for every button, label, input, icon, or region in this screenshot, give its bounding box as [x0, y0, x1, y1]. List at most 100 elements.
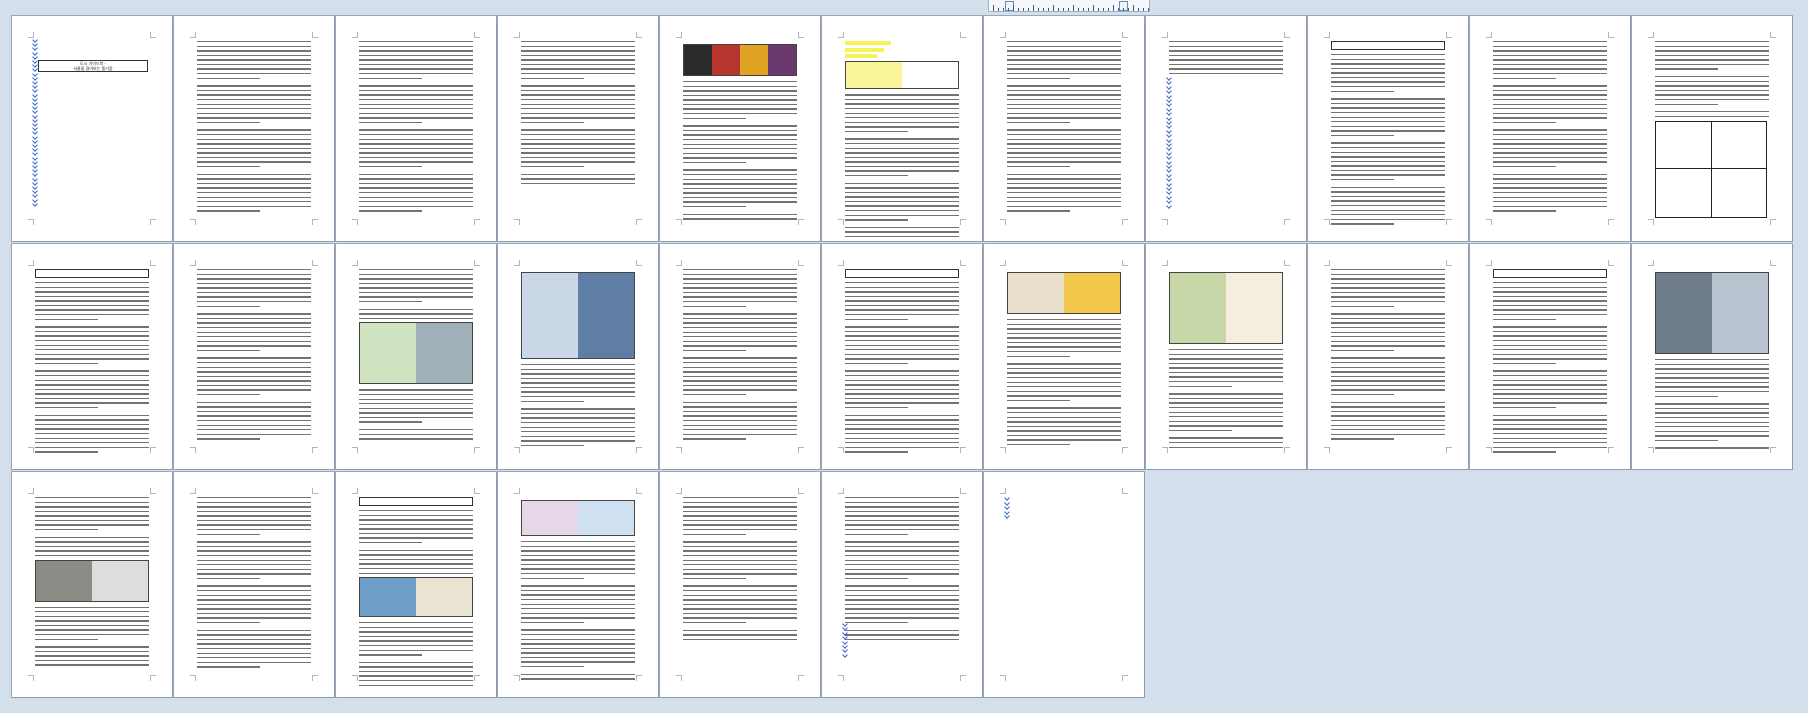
text-line — [1007, 399, 1070, 402]
text-line — [1331, 151, 1445, 153]
text-line — [1655, 76, 1769, 78]
document-page[interactable] — [1308, 16, 1468, 241]
figure-image[interactable] — [1655, 272, 1769, 354]
text-line — [1169, 54, 1283, 57]
document-page[interactable] — [984, 244, 1144, 469]
document-page[interactable] — [984, 472, 1144, 697]
figure-image[interactable] — [359, 577, 473, 618]
text-line — [683, 196, 797, 199]
document-page[interactable] — [174, 16, 334, 241]
document-page[interactable] — [984, 16, 1144, 241]
document-page[interactable] — [660, 16, 820, 241]
margin-corner-marker — [1162, 447, 1168, 453]
figure-image[interactable] — [521, 500, 635, 536]
text-line — [683, 501, 797, 503]
document-page[interactable] — [336, 244, 496, 469]
document-page[interactable] — [336, 16, 496, 241]
text-line — [845, 524, 959, 526]
document-page[interactable] — [498, 244, 658, 469]
text-line — [35, 414, 149, 416]
document-page[interactable] — [822, 244, 982, 469]
text-line — [521, 364, 635, 366]
margin-corner-marker — [798, 488, 804, 494]
margin-corner-marker — [190, 32, 196, 38]
document-page[interactable] — [1470, 244, 1630, 469]
text-line — [359, 103, 473, 105]
document-page[interactable] — [1146, 16, 1306, 241]
text-line — [521, 178, 635, 180]
document-page[interactable] — [822, 16, 982, 241]
text-line — [521, 563, 635, 566]
text-line — [845, 286, 959, 288]
text-line — [1493, 282, 1607, 284]
document-page[interactable] — [1632, 16, 1792, 241]
text-line — [683, 331, 797, 333]
document-page[interactable] — [1632, 244, 1792, 469]
text-line — [1007, 386, 1121, 388]
text-line — [1169, 63, 1283, 66]
text-line — [359, 45, 473, 47]
figure-panel — [1170, 273, 1226, 343]
text-line — [845, 314, 959, 316]
text-line — [683, 389, 797, 391]
text-line — [845, 142, 959, 145]
document-page[interactable] — [660, 472, 820, 697]
text-line — [35, 550, 149, 552]
document-page[interactable] — [1470, 16, 1630, 241]
document-page[interactable] — [12, 244, 172, 469]
horizontal-ruler[interactable] — [988, 0, 1150, 12]
text-line — [845, 541, 959, 543]
document-page[interactable] — [12, 472, 172, 697]
text-line — [1331, 410, 1445, 413]
figure-panel — [712, 45, 740, 75]
page-content — [359, 269, 473, 445]
document-page[interactable] — [822, 472, 982, 697]
page-content — [683, 497, 797, 673]
text-line — [683, 361, 797, 364]
text-line — [683, 218, 797, 220]
margin-corner-marker — [960, 447, 966, 453]
document-page[interactable] — [498, 472, 658, 697]
text-line — [1331, 67, 1445, 70]
figure-image[interactable] — [683, 44, 797, 76]
text-line — [683, 138, 797, 141]
document-page[interactable] — [174, 244, 334, 469]
text-line — [1655, 407, 1769, 410]
document-page[interactable] — [660, 244, 820, 469]
text-line — [35, 326, 149, 328]
text-line — [1331, 389, 1445, 391]
document-page[interactable]: 도시 가이드북 - 서울을 걸어보는 즐거움 — [12, 16, 172, 241]
document-page[interactable] — [1308, 244, 1468, 469]
margin-corner-marker — [352, 32, 358, 38]
text-line — [1493, 54, 1607, 57]
figure-image[interactable] — [359, 322, 473, 385]
text-line — [35, 428, 149, 430]
document-page[interactable] — [336, 472, 496, 697]
text-line — [197, 612, 311, 615]
figure-image[interactable] — [1007, 272, 1121, 314]
figure-image[interactable] — [1169, 272, 1283, 344]
figure-image[interactable] — [35, 559, 149, 602]
figure-panel — [1226, 273, 1282, 343]
text-line — [35, 446, 149, 449]
margin-corner-marker — [150, 447, 156, 453]
text-line — [1331, 305, 1394, 308]
text-line — [1493, 326, 1607, 328]
figure-image[interactable] — [521, 272, 635, 359]
text-line — [683, 510, 797, 513]
text-line — [197, 573, 311, 575]
text-line — [359, 514, 473, 516]
document-page[interactable] — [174, 472, 334, 697]
text-line — [197, 389, 311, 391]
figure-panel — [740, 45, 768, 75]
document-page[interactable] — [1146, 244, 1306, 469]
text-line — [1493, 121, 1556, 124]
figure-image[interactable] — [845, 61, 959, 90]
text-line — [359, 94, 473, 96]
document-page[interactable] — [498, 16, 658, 241]
text-line — [197, 305, 260, 308]
text-line — [683, 125, 797, 127]
text-line — [35, 384, 149, 386]
table[interactable] — [1655, 121, 1767, 218]
text-line — [197, 326, 311, 329]
